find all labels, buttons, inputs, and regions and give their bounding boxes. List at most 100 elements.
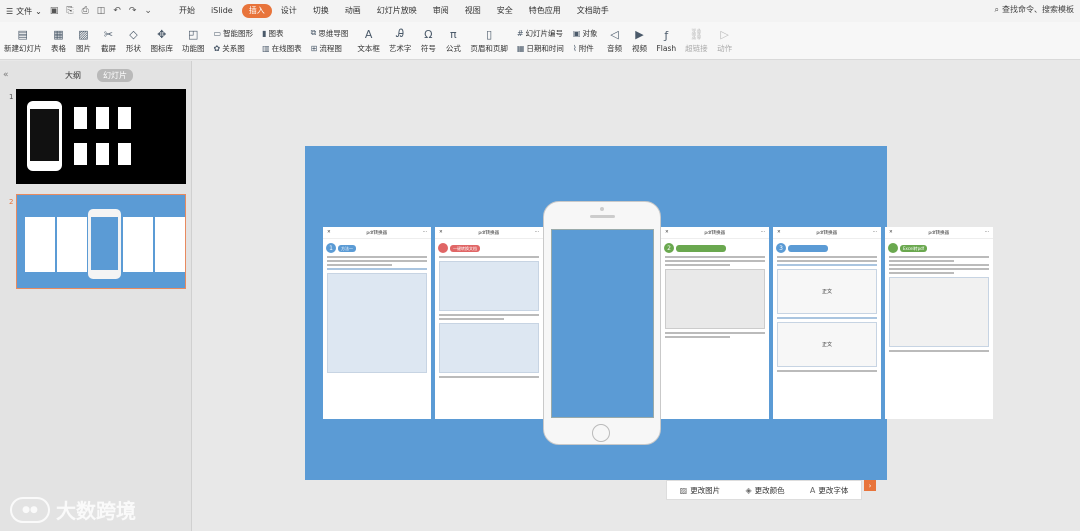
tab-slides[interactable]: 幻灯片: [97, 69, 133, 82]
file-menu[interactable]: ☰ 文件 ⌄: [6, 6, 42, 17]
more-icon: ···: [422, 230, 427, 235]
section-label-bar: [676, 244, 726, 252]
phone-screen: [551, 229, 654, 418]
shape-button[interactable]: ◇ 形状: [126, 27, 142, 54]
thumb-card: [118, 143, 131, 165]
export-icon[interactable]: ⎘: [66, 6, 73, 16]
textbox-button[interactable]: A 文本框: [357, 27, 380, 54]
chart-button[interactable]: ▮ 图表: [262, 28, 302, 39]
tab-home[interactable]: 开始: [172, 4, 202, 18]
close-icon: ✕: [327, 230, 331, 235]
picture-button[interactable]: ▨ 图片: [76, 27, 92, 54]
header-footer-button[interactable]: ▯ 页眉和页脚: [470, 27, 508, 54]
screenshot-image: [327, 273, 427, 373]
scissors-icon: ✂: [103, 27, 114, 41]
flowchart-button[interactable]: ⊞ 流程图: [311, 43, 349, 54]
slide-thumbnail-2[interactable]: [16, 194, 186, 289]
online-chart-button[interactable]: ▥ 在线图表: [262, 43, 302, 54]
art-text-button[interactable]: Ꭿ 艺术字: [389, 27, 412, 54]
thumb-card: [74, 143, 87, 165]
tab-insert[interactable]: 插入: [241, 4, 272, 18]
card-section: 一键转换文档: [438, 243, 540, 253]
tab-security[interactable]: 安全: [490, 4, 520, 18]
change-font-button[interactable]: A 更改字体: [810, 485, 848, 496]
more-icon[interactable]: ⌄: [144, 6, 152, 16]
text-line: [439, 376, 539, 378]
formula-button[interactable]: π 公式: [445, 27, 461, 54]
shape-icon: ◇: [129, 27, 138, 41]
table-icon: ▦: [53, 27, 64, 41]
slide-thumbnail-1[interactable]: [16, 89, 186, 184]
tab-design[interactable]: 设计: [274, 4, 304, 18]
chevron-right-icon: ›: [868, 481, 872, 490]
content-card-1[interactable]: ✕ pdf转换器 ··· 1 方法一: [323, 227, 431, 419]
thumb-phone: [27, 101, 62, 171]
tab-islide[interactable]: iSlide: [204, 4, 240, 18]
phone-mockup[interactable]: [543, 201, 661, 445]
content-card-4[interactable]: ✕ pdf转换器 ··· 2: [661, 227, 769, 419]
tab-outline[interactable]: 大纲: [59, 69, 87, 82]
home-button: [592, 424, 610, 442]
slide-number-button[interactable]: # 幻灯片编号: [517, 28, 564, 39]
content-card-5[interactable]: ✕ pdf转换器 ··· 3 正文 正文: [773, 227, 881, 419]
flowchart-icon: ⊞: [310, 43, 318, 53]
redo-icon[interactable]: ↷: [129, 6, 137, 16]
video-button[interactable]: ▶ 视频: [631, 27, 647, 54]
function-chart-button[interactable]: ◰ 功能图: [182, 27, 205, 54]
hyperlink-button[interactable]: ⛓ 超链接: [685, 27, 708, 54]
table-button[interactable]: ▦ 表格: [51, 27, 67, 54]
text-line: [889, 350, 989, 352]
relation-chart-button[interactable]: ✿ 关系图: [214, 43, 254, 54]
action-button[interactable]: ▷ 动作: [717, 27, 733, 54]
slide-panel: « 大纲 幻灯片 1 2: [0, 61, 192, 531]
audio-button[interactable]: ◁ 音频: [606, 27, 622, 54]
header-footer-icon: ▯: [486, 27, 493, 41]
tab-slideshow[interactable]: 幻灯片放映: [370, 4, 424, 18]
change-picture-button[interactable]: ▨ 更改图片: [680, 485, 721, 496]
content-card-2[interactable]: ✕ pdf转换器 ··· 一键转换文档: [435, 227, 543, 419]
content-card-6[interactable]: ✕ pdf转换器 ··· Excel转pdf: [885, 227, 993, 419]
undo-icon[interactable]: ↶: [113, 6, 121, 16]
screenshot-button[interactable]: ✂ 截屏: [101, 27, 117, 54]
tab-transition[interactable]: 切换: [306, 4, 336, 18]
picture-icon: ▨: [679, 485, 688, 495]
camera-dot: [600, 207, 604, 211]
tab-view[interactable]: 视图: [458, 4, 488, 18]
text-line: [439, 318, 504, 320]
diagram-group: ⧉ 思维导图 ⊞ 流程图: [311, 28, 349, 54]
play-action-icon: ▷: [720, 27, 729, 41]
menu-bar: ☰ 文件 ⌄ ▣ ⎘ ⎙ ◫ ↶ ↷ ⌄ 开始 iSlide 插入 设计 切换 …: [0, 0, 1080, 22]
text-line: [665, 336, 730, 338]
save-icon[interactable]: ▣: [50, 6, 59, 16]
new-slide-button[interactable]: ▤ 新建幻灯片: [4, 27, 42, 54]
text-line: [439, 256, 539, 258]
attachment-button[interactable]: ⌇ 附件: [573, 43, 598, 54]
object-button[interactable]: ▣ 对象: [573, 28, 598, 39]
card-header: ✕ pdf转换器 ···: [661, 227, 769, 239]
thumb-card: [123, 217, 153, 272]
text-line: [665, 260, 765, 262]
mind-map-button[interactable]: ⧉ 思维导图: [311, 28, 349, 39]
print-icon[interactable]: ⎙: [82, 6, 89, 16]
preview-icon[interactable]: ◫: [97, 6, 106, 16]
screenshot-image: [439, 323, 539, 373]
flash-button[interactable]: ƒ Flash: [656, 28, 676, 54]
symbol-button[interactable]: Ω 符号: [420, 27, 436, 54]
tab-doc-assistant[interactable]: 文档助手: [570, 4, 616, 18]
date-time-button[interactable]: ▦ 日期和时间: [517, 43, 564, 54]
pi-icon: π: [450, 27, 457, 41]
tab-review[interactable]: 审阅: [426, 4, 456, 18]
slide-number: 2: [9, 198, 14, 206]
icon-library-button[interactable]: ✥ 图标库: [151, 27, 174, 54]
tab-features[interactable]: 特色应用: [522, 4, 568, 18]
chart-group: ▮ 图表 ▥ 在线图表: [262, 28, 302, 54]
icon-library-icon: ✥: [157, 27, 167, 41]
ribbon-insert: ▤ 新建幻灯片 ▦ 表格 ▨ 图片 ✂ 截屏 ◇ 形状 ✥ 图标库 ◰ 功能图 …: [0, 22, 1080, 60]
slide-number-icon: #: [516, 28, 524, 38]
smart-graphic-button[interactable]: ▭ 智能图形: [214, 28, 254, 39]
change-color-button[interactable]: ◈ 更改颜色: [745, 485, 784, 496]
text-line: [889, 260, 954, 262]
tab-animation[interactable]: 动画: [338, 4, 368, 18]
command-search[interactable]: ⌕ 查找命令、搜索模板: [995, 4, 1074, 15]
expand-toolbar-button[interactable]: ›: [864, 480, 876, 491]
